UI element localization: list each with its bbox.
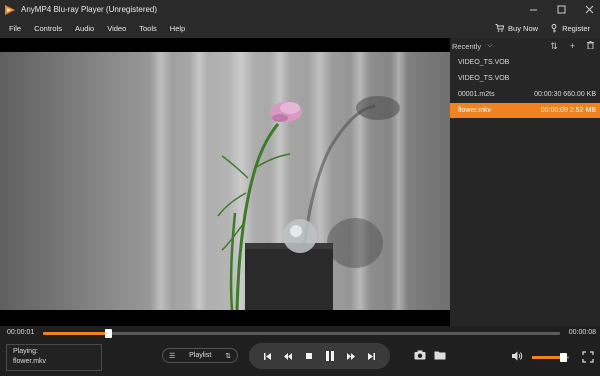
sort-icon[interactable]: ⇅: [550, 41, 558, 52]
transport-controls: [249, 343, 390, 369]
window-controls: [526, 0, 596, 18]
playlist-item-meta: 00:00:30 660.00 KB: [534, 87, 596, 102]
fullscreen-icon[interactable]: [582, 350, 594, 363]
playlist-item-meta: 00:00:09 2.52 MB: [541, 103, 596, 118]
menu-video[interactable]: Video: [107, 24, 126, 33]
menu-help[interactable]: Help: [170, 24, 185, 33]
playlist-item-size: 660.00 KB: [563, 91, 596, 98]
playlist-item-name: VIDEO_TS.VOB: [458, 75, 510, 82]
app-window: AnyMP4 Blu-ray Player (Unregistered) Fil…: [0, 0, 600, 376]
app-logo-icon: [4, 3, 16, 15]
menu-audio[interactable]: Audio: [75, 24, 94, 33]
total-time: 00:00:08: [568, 329, 596, 336]
chevron-down-icon[interactable]: ⌵: [487, 42, 492, 50]
buy-now-label: Buy Now: [508, 23, 539, 33]
app-title: AnyMP4 Blu-ray Player (Unregistered): [21, 4, 158, 14]
volume-slider[interactable]: [532, 353, 569, 362]
trash-icon[interactable]: [587, 41, 594, 51]
playing-file-name: flower.mkv: [13, 358, 47, 365]
video-frame: [0, 38, 450, 326]
folder-icon[interactable]: [433, 349, 447, 361]
minimize-icon[interactable]: [526, 2, 540, 16]
video-display[interactable]: [0, 38, 450, 326]
playlist-item[interactable]: VIDEO_TS.VOB: [450, 71, 600, 86]
pause-icon[interactable]: [323, 349, 337, 363]
now-playing-box: Playing: flower.mkv: [6, 344, 102, 371]
playlist-button-label: Playlist: [189, 352, 212, 359]
playlist-item[interactable]: 00001.m2ts 00:00:30 660.00 KB: [450, 87, 600, 102]
list-icon: ☰: [169, 352, 176, 360]
playlist-item-name: VIDEO_TS.VOB: [458, 59, 510, 66]
volume-icon[interactable]: [511, 350, 523, 362]
playlist-header: Recently ⌵ ⇅ +: [450, 38, 600, 54]
menu-bar: File Controls Audio Video Tools Help Buy…: [0, 18, 600, 38]
progress-row: 00:00:01 00:00:08: [0, 326, 600, 340]
playlist-item-size: 2.52 MB: [569, 107, 596, 114]
key-icon: [551, 23, 557, 32]
menu-controls[interactable]: Controls: [34, 24, 62, 33]
fast-forward-icon[interactable]: [344, 349, 358, 363]
seek-bar[interactable]: [43, 329, 560, 338]
playing-label: Playing:: [13, 348, 38, 355]
playlist-item-duration: 00:00:09: [540, 107, 568, 114]
current-time: 00:00:01: [7, 329, 35, 336]
rewind-icon[interactable]: [281, 349, 295, 363]
close-icon[interactable]: [582, 2, 596, 16]
stop-icon[interactable]: [302, 349, 316, 363]
register-label: Register: [562, 23, 590, 33]
maximize-icon[interactable]: [554, 2, 568, 16]
cart-icon: [495, 24, 505, 32]
playlist-item-name: 00001.m2ts: [458, 91, 495, 98]
playlist-toggle-button[interactable]: ☰ Playlist ⇅: [162, 348, 238, 363]
playlist-item-duration: 00:00:30: [534, 91, 562, 98]
snapshot-group: [413, 349, 447, 361]
seek-handle[interactable]: [104, 329, 112, 338]
control-bar: Playing: flower.mkv ☰ Playlist ⇅: [0, 340, 600, 376]
add-icon[interactable]: +: [570, 41, 575, 51]
next-icon[interactable]: [365, 349, 379, 363]
list-sort-icon: ⇅: [225, 352, 231, 360]
volume-handle[interactable]: [560, 353, 568, 362]
playlist-panel: Recently ⌵ ⇅ + VIDEO_TS.VOB VIDEO_TS.VOB…: [450, 38, 600, 326]
title-bar: AnyMP4 Blu-ray Player (Unregistered): [0, 0, 600, 18]
register-button[interactable]: Register: [550, 24, 590, 33]
playlist-item-name: flower.mkv: [458, 107, 492, 114]
playlist-item[interactable]: VIDEO_TS.VOB: [450, 55, 600, 70]
menu-tools[interactable]: Tools: [139, 24, 157, 33]
volume-fill: [532, 356, 564, 359]
playlist-item-active[interactable]: flower.mkv 00:00:09 2.52 MB: [450, 103, 600, 118]
playlist-actions: ⇅ +: [550, 38, 594, 54]
menu-file[interactable]: File: [9, 24, 21, 33]
buy-now-button[interactable]: Buy Now: [495, 24, 538, 33]
camera-icon[interactable]: [413, 349, 427, 361]
recently-dropdown[interactable]: Recently: [452, 42, 481, 51]
seek-bar-fill: [43, 332, 108, 335]
previous-icon[interactable]: [260, 349, 274, 363]
menu-right: Buy Now Register: [495, 18, 590, 38]
